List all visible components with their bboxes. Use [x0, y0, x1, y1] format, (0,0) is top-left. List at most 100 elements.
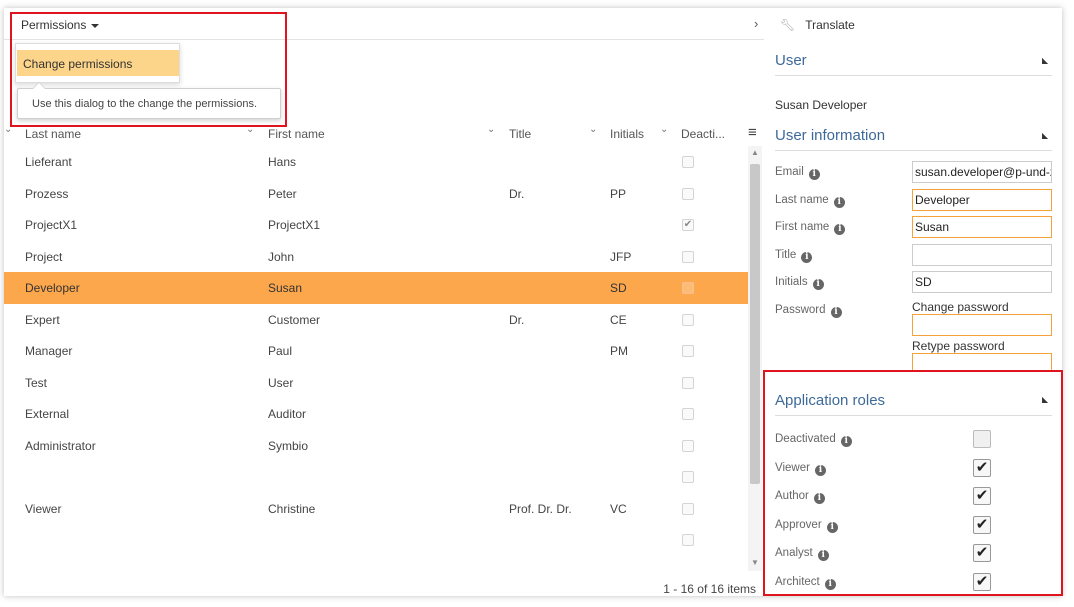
role-checkbox-approver[interactable]: ✔: [973, 515, 991, 534]
column-header-initials[interactable]: Initials: [610, 127, 644, 141]
table-row[interactable]: Test User: [4, 367, 748, 399]
first-name-field[interactable]: Susan: [912, 216, 1052, 238]
cell-title: Prof. Dr. Dr.: [509, 501, 572, 516]
chevron-down-icon[interactable]: ⌄: [487, 124, 495, 135]
table-row[interactable]: Administrator Symbio: [4, 430, 748, 462]
table-row[interactable]: Manager Paul PM: [4, 335, 748, 367]
deactivated-checkbox[interactable]: [682, 282, 694, 294]
role-label-author: Author i: [775, 490, 825, 504]
scroll-down-icon[interactable]: ▼: [751, 558, 759, 567]
table-row[interactable]: Expert Customer Dr. CE: [4, 304, 748, 336]
role-label-text: Approver: [775, 518, 822, 531]
deactivated-checkbox[interactable]: ✔: [682, 219, 694, 231]
title-label-text: Title: [775, 249, 797, 261]
deactivated-checkbox[interactable]: [682, 408, 694, 420]
info-icon[interactable]: i: [840, 436, 852, 447]
cell-last-name: Lieferant: [25, 155, 72, 169]
deactivated-checkbox[interactable]: [682, 156, 694, 168]
deactivated-checkbox[interactable]: [682, 313, 694, 326]
info-icon[interactable]: i: [813, 493, 825, 504]
table-row[interactable]: External Auditor: [4, 398, 748, 430]
table-row[interactable]: Prozess Peter Dr. PP: [4, 178, 748, 210]
info-icon[interactable]: i: [826, 521, 838, 533]
cell-first-name: ProjectX1: [268, 218, 321, 232]
deactivated-checkbox[interactable]: [682, 345, 694, 357]
table-row[interactable]: Lieferant Hans: [4, 146, 748, 178]
role-checkbox-author[interactable]: ✔: [973, 487, 991, 505]
table-row[interactable]: Viewer Christine Prof. Dr. Dr. VC: [4, 493, 748, 525]
email-field[interactable]: susan.developer@p-und-z: [912, 161, 1052, 183]
chevron-down-icon[interactable]: ⌄: [589, 124, 597, 135]
cell-first-name: Auditor: [268, 407, 307, 421]
cell-last-name: Expert: [25, 312, 60, 327]
info-icon[interactable]: i: [817, 550, 829, 561]
role-checkbox-architect[interactable]: ✔: [973, 572, 991, 591]
info-icon[interactable]: i: [833, 197, 845, 208]
role-label-analyst: Analyst i: [775, 547, 829, 561]
table-row[interactable]: Developer Susan SD: [4, 272, 748, 304]
info-icon[interactable]: i: [824, 578, 836, 590]
scroll-up-icon[interactable]: ▲: [751, 148, 759, 157]
deactivated-checkbox[interactable]: [682, 250, 694, 263]
initials-label: Initials i: [775, 276, 824, 290]
vertical-scrollbar[interactable]: ▲ ▼: [748, 146, 762, 571]
password-label: Password i: [775, 304, 842, 318]
initials-field[interactable]: SD: [912, 271, 1052, 293]
role-label-deactivated: Deactivated i: [775, 433, 852, 447]
role-label-approver: Approver i: [775, 519, 838, 533]
info-icon[interactable]: i: [801, 252, 813, 263]
cell-initials: JFP: [610, 249, 632, 264]
collapse-toggle-icon[interactable]: ◣: [1042, 131, 1048, 140]
deactivated-checkbox[interactable]: [682, 376, 694, 389]
role-label-architect: Architect i: [775, 576, 836, 590]
menu-item-change-permissions[interactable]: Change permissions: [17, 50, 179, 76]
info-icon[interactable]: i: [808, 169, 820, 180]
role-checkbox-analyst[interactable]: ✔: [973, 544, 991, 562]
cell-initials: VC: [610, 501, 627, 516]
last-name-field[interactable]: Developer: [912, 189, 1052, 211]
deactivated-checkbox[interactable]: [682, 471, 694, 483]
deactivated-checkbox[interactable]: [682, 534, 694, 546]
info-icon[interactable]: i: [830, 307, 842, 318]
role-label-text: Viewer: [775, 461, 810, 474]
info-icon[interactable]: i: [834, 224, 846, 235]
initials-label-text: Initials: [775, 276, 808, 288]
deactivated-checkbox[interactable]: [682, 502, 694, 515]
role-label-text: Deactivated: [775, 433, 836, 445]
retype-password-field[interactable]: [912, 353, 1052, 371]
scrollbar-thumb[interactable]: [750, 164, 760, 484]
wrench-icon: 🔧︎: [780, 18, 796, 32]
details-panel: 🔧︎ Translate User ◣ Susan Developer User …: [768, 8, 1062, 596]
column-header-title[interactable]: Title: [509, 127, 531, 141]
change-password-field[interactable]: [912, 314, 1052, 336]
chevron-down-icon[interactable]: ⌄: [246, 124, 254, 135]
chevron-down-icon[interactable]: ⌄: [4, 124, 12, 135]
role-checkbox-viewer[interactable]: ✔: [973, 458, 991, 477]
title-field[interactable]: [912, 244, 1052, 266]
deactivated-checkbox[interactable]: [682, 439, 694, 452]
deactivated-checkbox[interactable]: [682, 187, 694, 200]
column-header-last-name[interactable]: Last name: [25, 127, 81, 141]
column-header-first-name[interactable]: First name: [268, 127, 325, 141]
info-icon[interactable]: i: [812, 279, 824, 290]
collapse-toggle-icon[interactable]: ◣: [1042, 395, 1048, 404]
info-icon[interactable]: i: [814, 464, 826, 476]
chevron-right-icon[interactable]: ›: [754, 16, 758, 31]
table-row[interactable]: Project John JFP: [4, 241, 748, 273]
role-checkbox-deactivated[interactable]: [973, 430, 991, 448]
table-row[interactable]: [4, 524, 748, 556]
caret-down-icon: [91, 23, 100, 28]
last-name-label: Last name i: [775, 194, 845, 208]
user-full-name: Susan Developer: [775, 98, 868, 112]
translate-button[interactable]: 🔧︎ Translate: [780, 18, 855, 32]
collapse-toggle-icon[interactable]: ◣: [1042, 56, 1048, 65]
table-row[interactable]: [4, 461, 748, 493]
table-row[interactable]: ProjectX1 ProjectX1 ✔: [4, 209, 748, 241]
cell-last-name: Test: [25, 375, 48, 390]
cell-last-name: Prozess: [25, 186, 69, 201]
column-menu-icon[interactable]: ≡: [748, 124, 757, 141]
permissions-menu-button[interactable]: Permissions: [21, 18, 100, 32]
chevron-down-icon[interactable]: ⌄: [660, 124, 668, 135]
role-label-viewer: Viewer i: [775, 462, 826, 476]
column-header-deactivated[interactable]: Deacti...: [681, 127, 725, 141]
